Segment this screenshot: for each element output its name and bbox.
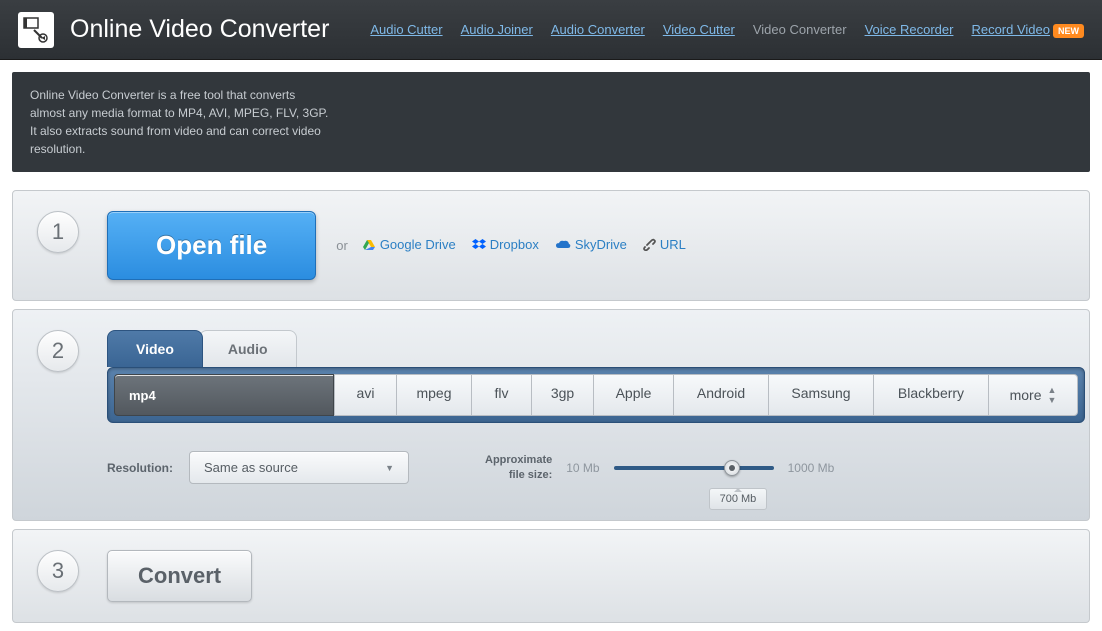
top-nav: Audio Cutter Audio Joiner Audio Converte… bbox=[370, 21, 1084, 39]
nav-record-video[interactable]: Record Video bbox=[971, 22, 1050, 37]
new-badge: NEW bbox=[1053, 24, 1084, 38]
format-apple[interactable]: Apple bbox=[593, 374, 673, 416]
format-mpeg[interactable]: mpeg bbox=[396, 374, 471, 416]
resolution-label: Resolution: bbox=[107, 461, 173, 475]
nav-record-video-wrap[interactable]: Record VideoNEW bbox=[971, 21, 1084, 39]
tab-audio[interactable]: Audio bbox=[199, 330, 297, 367]
source-dropbox[interactable]: Dropbox bbox=[472, 237, 539, 253]
size-max: 1000 Mb bbox=[788, 461, 835, 475]
format-3gp[interactable]: 3gp bbox=[531, 374, 593, 416]
description-text: Online Video Converter is a free tool th… bbox=[30, 86, 330, 158]
url-icon bbox=[643, 238, 656, 254]
slider-tooltip: 700 Mb bbox=[709, 488, 768, 510]
nav-audio-cutter[interactable]: Audio Cutter bbox=[370, 22, 442, 37]
format-avi[interactable]: avi bbox=[334, 374, 396, 416]
format-blackberry[interactable]: Blackberry bbox=[873, 374, 988, 416]
step-1: 1 Open file or Google Drive Dropbox SkyD… bbox=[12, 190, 1090, 301]
step-number: 2 bbox=[37, 330, 79, 372]
step-number: 3 bbox=[37, 550, 79, 592]
page-title: Online Video Converter bbox=[70, 15, 370, 44]
format-samsung[interactable]: Samsung bbox=[768, 374, 873, 416]
source-skydrive[interactable]: SkyDrive bbox=[555, 237, 627, 253]
source-url[interactable]: URL bbox=[643, 237, 686, 254]
updown-icon: ▲▼ bbox=[1047, 385, 1056, 405]
slider-thumb[interactable] bbox=[724, 460, 740, 476]
skydrive-icon bbox=[555, 239, 571, 254]
header: Online Video Converter Audio Cutter Audi… bbox=[0, 0, 1102, 60]
size-min: 10 Mb bbox=[566, 461, 599, 475]
format-mp4[interactable]: mp4 bbox=[114, 374, 334, 416]
convert-button[interactable]: Convert bbox=[107, 550, 252, 602]
description-panel: Online Video Converter is a free tool th… bbox=[12, 72, 1090, 172]
resolution-select[interactable]: Same as source ▼ bbox=[189, 451, 409, 484]
format-more[interactable]: more▲▼ bbox=[988, 374, 1078, 416]
filesize-label: Approximatefile size: bbox=[485, 453, 552, 482]
tab-video[interactable]: Video bbox=[107, 330, 203, 367]
nav-video-converter: Video Converter bbox=[753, 22, 847, 37]
step-number: 1 bbox=[37, 211, 79, 253]
nav-audio-converter[interactable]: Audio Converter bbox=[551, 22, 645, 37]
step-3: 3 Convert bbox=[12, 529, 1090, 623]
source-google-drive[interactable]: Google Drive bbox=[362, 237, 456, 253]
open-file-button[interactable]: Open file bbox=[107, 211, 316, 280]
format-bar: mp4 avi mpeg flv 3gp Apple Android Samsu… bbox=[107, 367, 1085, 423]
gdrive-icon bbox=[362, 239, 376, 254]
format-type-tabs: Video Audio bbox=[107, 330, 1085, 367]
chevron-down-icon: ▼ bbox=[385, 463, 394, 473]
nav-voice-recorder[interactable]: Voice Recorder bbox=[865, 22, 954, 37]
dropbox-icon bbox=[472, 239, 486, 254]
format-flv[interactable]: flv bbox=[471, 374, 531, 416]
nav-audio-joiner[interactable]: Audio Joiner bbox=[461, 22, 533, 37]
step-2: 2 Video Audio mp4 avi mpeg flv 3gp Apple… bbox=[12, 309, 1090, 521]
or-text: or bbox=[336, 238, 348, 253]
filesize-slider[interactable]: 700 Mb bbox=[614, 466, 774, 470]
resolution-value: Same as source bbox=[204, 460, 298, 475]
format-android[interactable]: Android bbox=[673, 374, 768, 416]
app-logo-icon bbox=[18, 12, 54, 48]
nav-video-cutter[interactable]: Video Cutter bbox=[663, 22, 735, 37]
